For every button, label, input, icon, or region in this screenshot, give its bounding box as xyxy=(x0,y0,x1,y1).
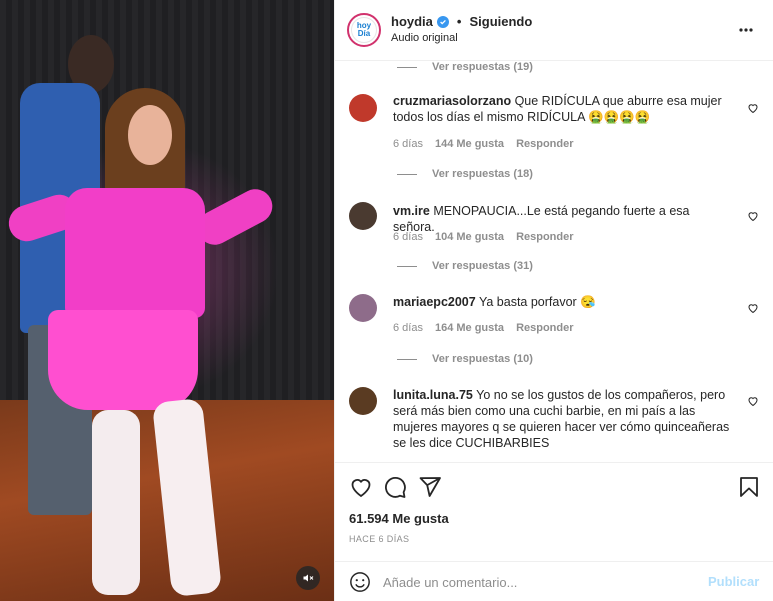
header-user-row: hoydia • Siguiendo xyxy=(391,14,532,29)
view-replies-label: Ver respuestas (18) xyxy=(432,168,533,180)
comment-username[interactable]: vm.ire xyxy=(393,204,430,218)
post-actions: 61.594 Me gusta HACE 6 DÍAS xyxy=(335,462,773,562)
video-dancer-face xyxy=(128,105,172,165)
more-options-icon[interactable] xyxy=(735,20,757,40)
comment-likes[interactable]: 144 Me gusta xyxy=(435,138,504,150)
comments-list[interactable]: Ver respuestas (19) cruzmariasolorzano Q… xyxy=(335,61,773,462)
video-dancer-boot xyxy=(92,410,140,595)
comment-username[interactable]: lunita.luna.75 xyxy=(393,388,473,402)
heart-icon[interactable] xyxy=(747,395,759,407)
reply-button[interactable]: Responder xyxy=(516,231,573,243)
view-replies-button[interactable]: Ver respuestas (31) xyxy=(397,258,533,274)
comment-time[interactable]: 6 días xyxy=(393,322,423,334)
post-header: hoy Día hoydia • Siguiendo Audio origina… xyxy=(335,0,773,61)
view-replies-button[interactable]: Ver respuestas (18) xyxy=(397,166,533,182)
comment-body: Ya basta porfavor 😪 xyxy=(478,295,596,309)
post-video[interactable] xyxy=(0,0,334,601)
comment-username[interactable]: mariaepc2007 xyxy=(393,295,476,309)
account-avatar[interactable]: hoy Día xyxy=(347,13,381,47)
comment-meta: 6 días 164 Me gusta Responder xyxy=(393,322,574,334)
view-replies-label: Ver respuestas (31) xyxy=(432,260,533,272)
add-comment-bar: Publicar xyxy=(335,561,773,601)
comment-text: mariaepc2007 Ya basta porfavor 😪 xyxy=(393,294,733,310)
view-replies-label: Ver respuestas (10) xyxy=(432,353,533,365)
video-dancer-skirt xyxy=(48,310,198,410)
comment-meta: 6 días 104 Me gusta Responder xyxy=(393,231,574,243)
comment-avatar[interactable] xyxy=(349,387,377,415)
comment-text: lunita.luna.75 Yo no se los gustos de lo… xyxy=(393,387,733,451)
separator-dot: • xyxy=(456,14,462,29)
comment-body: MENOPAUCIA...Le está pegando fuerte a es… xyxy=(393,204,690,234)
comment-likes[interactable]: 104 Me gusta xyxy=(435,231,504,243)
emoji-icon[interactable] xyxy=(349,571,371,593)
comment-avatar[interactable] xyxy=(349,202,377,230)
comment-text: cruzmariasolorzano Que RIDÍCULA que abur… xyxy=(393,93,733,125)
comment-username[interactable]: cruzmariasolorzano xyxy=(393,94,511,108)
comment-meta: 6 días 144 Me gusta Responder xyxy=(393,138,574,150)
view-replies-button[interactable]: Ver respuestas (19) xyxy=(397,61,533,75)
following-button[interactable]: Siguiendo xyxy=(469,14,532,29)
comment-input[interactable] xyxy=(383,572,693,592)
comment-icon[interactable] xyxy=(383,475,407,499)
reply-button[interactable]: Responder xyxy=(516,138,573,150)
comment-time[interactable]: 6 días xyxy=(393,231,423,243)
heart-icon[interactable] xyxy=(747,210,759,222)
post-side-panel: hoy Día hoydia • Siguiendo Audio origina… xyxy=(334,0,773,601)
reply-button[interactable]: Responder xyxy=(516,322,573,334)
view-replies-label: Ver respuestas (19) xyxy=(432,61,533,73)
comment-time[interactable]: 6 días xyxy=(393,138,423,150)
comment-avatar[interactable] xyxy=(349,94,377,122)
audio-label[interactable]: Audio original xyxy=(391,32,458,44)
verified-badge-icon xyxy=(436,15,449,28)
video-dancer-jacket xyxy=(65,188,205,318)
publish-button[interactable]: Publicar xyxy=(708,574,759,589)
post-likes-count[interactable]: 61.594 Me gusta xyxy=(349,511,449,526)
comment-likes[interactable]: 164 Me gusta xyxy=(435,322,504,334)
heart-icon[interactable] xyxy=(747,302,759,314)
share-icon[interactable] xyxy=(418,475,442,499)
heart-icon[interactable] xyxy=(349,475,373,499)
hoydia-logo: hoy Día xyxy=(351,17,377,43)
muted-speaker-icon[interactable] xyxy=(296,566,320,590)
post-timestamp[interactable]: HACE 6 DÍAS xyxy=(349,534,409,544)
heart-icon[interactable] xyxy=(747,102,759,114)
comment-avatar[interactable] xyxy=(349,294,377,322)
bookmark-icon[interactable] xyxy=(737,475,761,499)
view-replies-button[interactable]: Ver respuestas (10) xyxy=(397,351,533,367)
account-username[interactable]: hoydia xyxy=(391,14,433,29)
